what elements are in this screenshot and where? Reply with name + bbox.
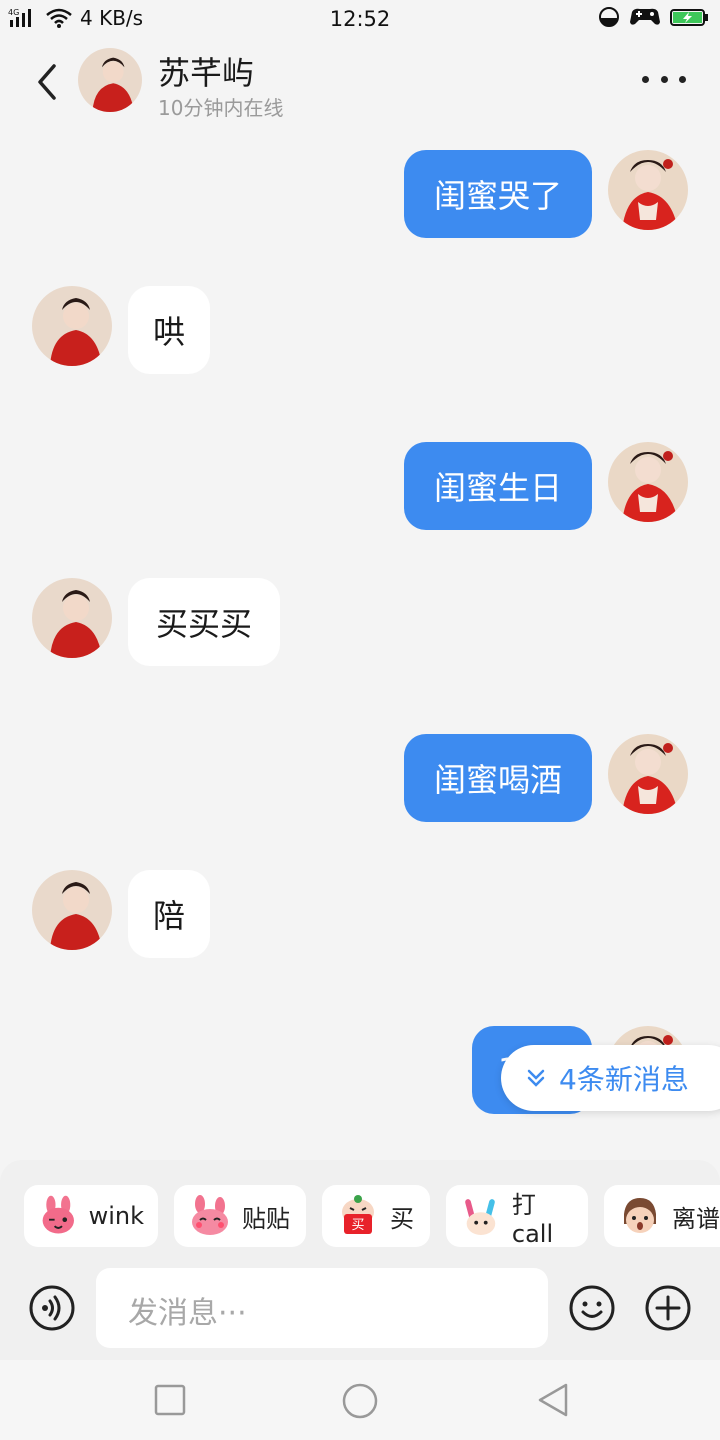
system-nav-bar bbox=[0, 1360, 720, 1440]
sticker-label: 打call bbox=[511, 1190, 554, 1248]
received-message-bubble[interactable]: 陪 bbox=[128, 870, 210, 958]
svg-text:买: 买 bbox=[351, 1218, 364, 1233]
message-input[interactable]: 发消息··· bbox=[96, 1268, 548, 1348]
quick-sticker-lipu[interactable]: 离谱 bbox=[604, 1185, 720, 1247]
home-icon[interactable] bbox=[341, 1382, 379, 1420]
plus-icon[interactable] bbox=[644, 1284, 692, 1332]
contact-avatar[interactable] bbox=[32, 870, 112, 950]
shocked-face-icon bbox=[624, 1198, 656, 1233]
quick-sticker-dacall[interactable]: 打call bbox=[446, 1185, 588, 1248]
more-options-icon[interactable] bbox=[642, 72, 686, 86]
quick-sticker-wink[interactable]: wink bbox=[24, 1185, 158, 1247]
status-bar: 4G 4 KB/s 12:52 bbox=[0, 0, 720, 38]
input-panel: wink 贴贴 买 买 打call 离谱 发消息··· bbox=[0, 1160, 720, 1360]
sticker-label: 买 bbox=[390, 1204, 414, 1233]
input-row: 发消息··· bbox=[0, 1268, 720, 1348]
message-input-placeholder: 发消息··· bbox=[128, 1296, 247, 1331]
circle-mode-icon bbox=[599, 7, 619, 27]
contact-avatar[interactable] bbox=[78, 48, 142, 112]
sent-message-bubble[interactable]: 闺蜜喝酒 bbox=[404, 734, 592, 822]
my-avatar[interactable] bbox=[608, 734, 688, 814]
contact-avatar[interactable] bbox=[32, 578, 112, 658]
recent-apps-icon[interactable] bbox=[154, 1384, 186, 1416]
my-avatar[interactable] bbox=[608, 442, 688, 522]
sticker-label: wink bbox=[88, 1202, 144, 1230]
buy-bag-icon: 买 bbox=[342, 1195, 374, 1234]
new-messages-button[interactable]: 4条新消息 bbox=[501, 1045, 720, 1111]
new-messages-label: 4条新消息 bbox=[559, 1063, 689, 1096]
back-arrow-icon[interactable] bbox=[30, 60, 66, 104]
received-message-bubble[interactable]: 买买买 bbox=[128, 578, 280, 666]
battery-icon bbox=[670, 9, 708, 26]
my-avatar[interactable] bbox=[608, 150, 688, 230]
emoji-icon[interactable] bbox=[568, 1284, 616, 1332]
quick-sticker-mai[interactable]: 买 买 bbox=[322, 1185, 430, 1247]
bunny-wink-icon bbox=[42, 1195, 74, 1234]
voice-icon[interactable] bbox=[28, 1284, 76, 1332]
contact-avatar[interactable] bbox=[32, 286, 112, 366]
chat-header: 苏芊屿 10分钟内在线 bbox=[0, 38, 720, 130]
double-chevron-down-icon bbox=[527, 1069, 545, 1087]
sticker-label: 离谱 bbox=[672, 1204, 720, 1233]
quick-sticker-tietie[interactable]: 贴贴 bbox=[174, 1185, 306, 1247]
gamepad-icon bbox=[630, 8, 660, 25]
back-nav-icon[interactable] bbox=[536, 1382, 572, 1418]
received-message-bubble[interactable]: 哄 bbox=[128, 286, 210, 374]
contact-name: 苏芊屿 bbox=[158, 54, 255, 92]
sent-message-bubble[interactable]: 闺蜜生日 bbox=[404, 442, 592, 530]
glowstick-icon bbox=[465, 1199, 496, 1236]
sent-message-bubble[interactable]: 闺蜜哭了 bbox=[404, 150, 592, 238]
bunny-hug-icon bbox=[192, 1195, 228, 1235]
sticker-label: 贴贴 bbox=[242, 1204, 290, 1233]
online-status: 10分钟内在线 bbox=[158, 96, 284, 120]
